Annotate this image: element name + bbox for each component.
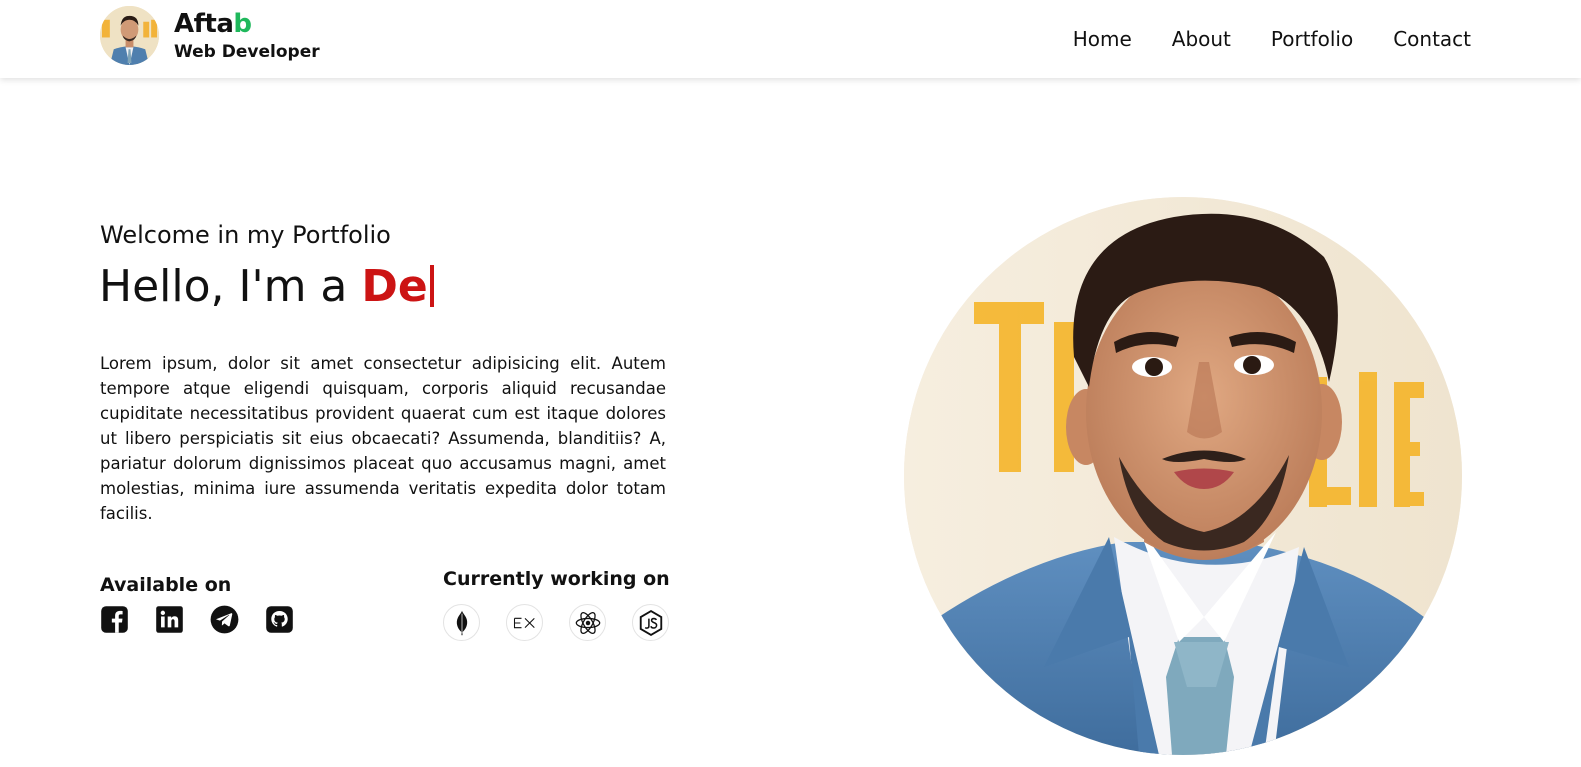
welcome-text: Welcome in my Portfolio	[100, 221, 391, 249]
hello-heading: Hello, I'm a De	[99, 260, 434, 314]
nav-portfolio[interactable]: Portfolio	[1271, 26, 1353, 52]
github-icon[interactable]	[265, 605, 294, 634]
react-atom	[575, 611, 600, 634]
facebook-icon[interactable]	[100, 605, 129, 634]
tech-stack	[443, 604, 669, 641]
avatar-photo	[100, 6, 159, 65]
brand-name-main: Afta	[174, 8, 234, 39]
available-on-title: Available on	[100, 574, 232, 596]
nav-about[interactable]: About	[1172, 26, 1231, 52]
typed-text: De	[361, 261, 428, 312]
nav-home[interactable]: Home	[1073, 26, 1132, 52]
mongodb-leaf	[456, 610, 467, 635]
social-links	[100, 605, 294, 634]
hello-prefix: Hello, I'm a	[99, 261, 362, 312]
express-logo	[513, 617, 535, 628]
nodejs-icon	[632, 604, 669, 641]
brand-name-accent: b	[233, 8, 252, 39]
typing-cursor	[429, 265, 434, 307]
brand-name: Aftab	[174, 9, 320, 39]
react-icon	[569, 604, 606, 641]
telegram-icon[interactable]	[210, 605, 239, 634]
express-icon	[506, 604, 543, 641]
avatar	[100, 6, 159, 65]
mongodb-icon	[443, 604, 480, 641]
site-header: Aftab Web Developer Home About Portfolio…	[0, 0, 1581, 78]
currently-working-title: Currently working on	[443, 568, 670, 590]
brand-text: Aftab Web Developer	[174, 9, 320, 63]
brand[interactable]: Aftab Web Developer	[100, 6, 320, 65]
profile-portrait	[904, 197, 1462, 755]
nodejs-hexagon	[639, 609, 662, 636]
main-nav: Home About Portfolio Contact	[1073, 26, 1471, 52]
portrait-photo	[904, 197, 1462, 755]
intro-paragraph: Lorem ipsum, dolor sit amet consectetur …	[100, 354, 666, 523]
linkedin-icon[interactable]	[155, 605, 184, 634]
nav-contact[interactable]: Contact	[1393, 26, 1471, 52]
brand-role: Web Developer	[174, 41, 320, 62]
